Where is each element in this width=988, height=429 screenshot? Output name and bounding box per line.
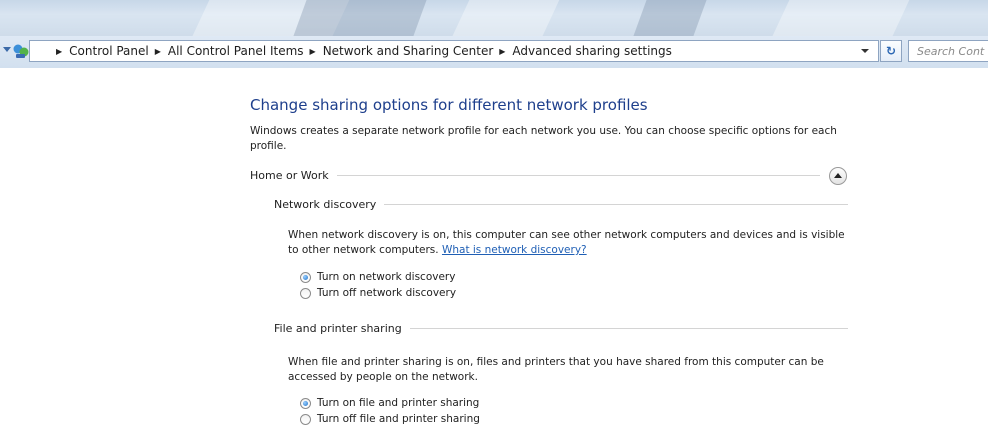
window-title-glass [0, 0, 988, 36]
breadcrumb-arrow-icon[interactable]: ▶ [310, 47, 316, 56]
breadcrumb-advanced-sharing[interactable]: Advanced sharing settings [512, 44, 671, 58]
section-header-network-discovery: Network discovery [274, 198, 848, 211]
nav-dropdown-icon[interactable] [3, 47, 11, 52]
radio-turn-off-file-printer-sharing[interactable]: Turn off file and printer sharing [300, 413, 480, 425]
refresh-icon[interactable]: ↻ [880, 40, 902, 62]
section-header-file-printer-sharing: File and printer sharing [274, 322, 848, 335]
divider [336, 175, 820, 176]
profile-name: Home or Work [250, 169, 329, 182]
page-title: Change sharing options for different net… [250, 96, 648, 114]
section-heading: Network discovery [274, 198, 377, 211]
profile-header[interactable]: Home or Work [250, 169, 820, 182]
divider [409, 328, 848, 329]
radio-turn-on-network-discovery[interactable]: Turn on network discovery [300, 271, 455, 283]
radio-selected-icon[interactable] [300, 397, 311, 409]
radio-turn-off-network-discovery[interactable]: Turn off network discovery [300, 287, 456, 299]
address-dropdown-icon[interactable] [857, 43, 873, 59]
radio-unselected-icon[interactable] [300, 413, 311, 425]
what-is-network-discovery-link[interactable]: What is network discovery? [442, 244, 587, 256]
collapse-chevron-icon[interactable] [829, 167, 847, 185]
breadcrumb-control-panel[interactable]: Control Panel [69, 44, 149, 58]
page-intro: Windows creates a separate network profi… [250, 125, 837, 152]
radio-selected-icon[interactable] [300, 271, 311, 283]
search-input[interactable]: Search Cont [908, 40, 988, 62]
radio-turn-on-file-printer-sharing[interactable]: Turn on file and printer sharing [300, 397, 479, 409]
address-bar[interactable]: ▶ Control Panel ▶ All Control Panel Item… [29, 40, 879, 62]
section-heading: File and printer sharing [274, 322, 402, 335]
network-discovery-description: When network discovery is on, this compu… [288, 229, 845, 256]
divider [384, 204, 848, 205]
breadcrumb-arrow-icon[interactable]: ▶ [56, 47, 62, 56]
control-panel-icon[interactable] [12, 42, 30, 60]
radio-unselected-icon[interactable] [300, 287, 311, 299]
breadcrumb-arrow-icon[interactable]: ▶ [499, 47, 505, 56]
file-printer-sharing-description: When file and printer sharing is on, fil… [288, 356, 824, 383]
breadcrumb-network-sharing-center[interactable]: Network and Sharing Center [323, 44, 494, 58]
breadcrumb-arrow-icon[interactable]: ▶ [155, 47, 161, 56]
breadcrumb-all-items[interactable]: All Control Panel Items [168, 44, 304, 58]
